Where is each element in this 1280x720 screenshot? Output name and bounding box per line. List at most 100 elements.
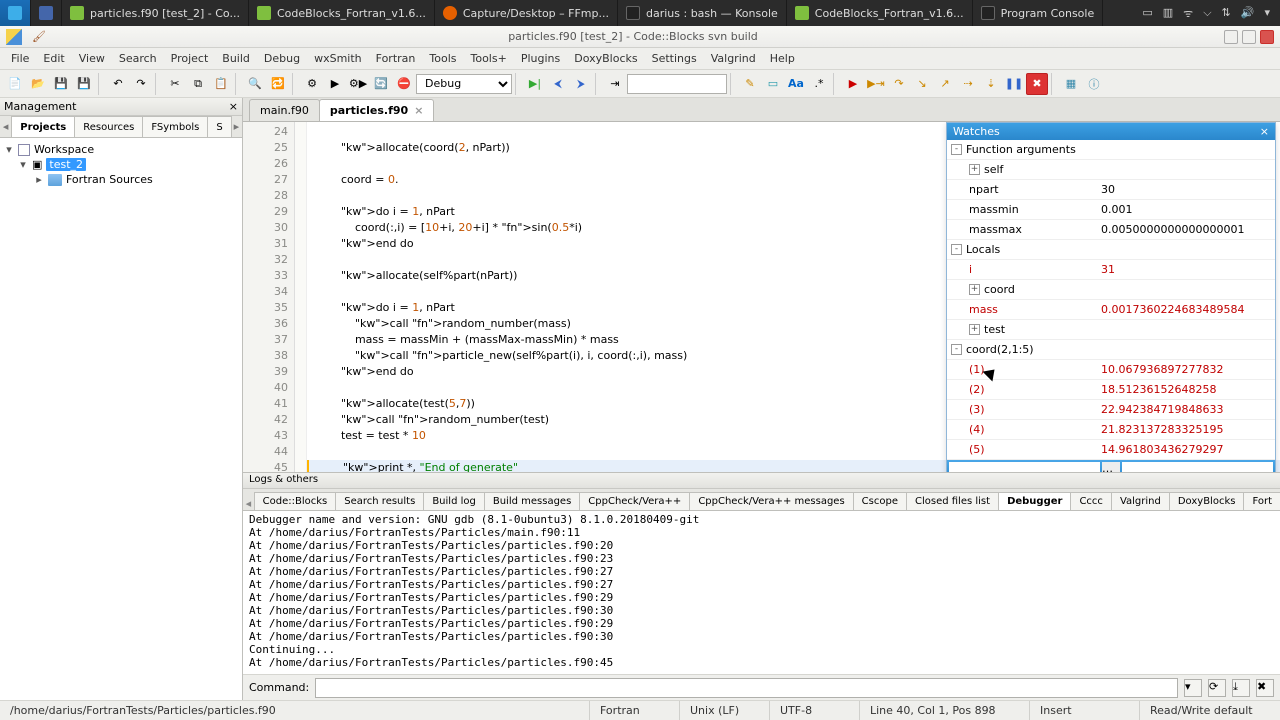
watch-row[interactable]: +coord	[947, 280, 1275, 300]
logtab-scroll-left[interactable]: ◂	[243, 497, 254, 510]
network-icon[interactable]: ⇅	[1222, 6, 1231, 21]
menu-wxsmith[interactable]: wxSmith	[307, 49, 369, 68]
regex-button[interactable]: .*	[808, 73, 830, 95]
log-tab[interactable]: Cscope	[853, 492, 907, 510]
menu-valgrind[interactable]: Valgrind	[704, 49, 763, 68]
selection-button[interactable]: ▭	[762, 73, 784, 95]
tray-icon[interactable]: ▭	[1142, 6, 1152, 21]
undo-button[interactable]: ↶	[107, 73, 129, 95]
paste-button[interactable]: 📋	[210, 73, 232, 95]
menu-edit[interactable]: Edit	[36, 49, 71, 68]
tree-expander[interactable]: +	[969, 324, 980, 335]
watches-window[interactable]: Watches× -Function arguments+selfnpart30…	[946, 122, 1276, 472]
jump-back-button[interactable]: ⮜	[547, 73, 569, 95]
code-editor[interactable]: 2425262728293031323334353637383940414243…	[243, 122, 1280, 472]
log-tab[interactable]: Fort	[1243, 492, 1280, 510]
menu-tools[interactable]: Tools	[422, 49, 463, 68]
jump-fwd-button[interactable]: ⮞	[570, 73, 592, 95]
menu-fortran[interactable]: Fortran	[369, 49, 423, 68]
watch-row[interactable]: massmin0.001	[947, 200, 1275, 220]
watch-row[interactable]: -Locals	[947, 240, 1275, 260]
tree-expander[interactable]: +	[969, 164, 980, 175]
taskbar-app-launcher[interactable]	[0, 0, 31, 26]
log-tab[interactable]: Closed files list	[906, 492, 999, 510]
step-over-button[interactable]: ↷	[888, 73, 910, 95]
watch-row[interactable]: +test	[947, 320, 1275, 340]
tree-expander[interactable]: -	[951, 344, 962, 355]
cmd-btn-1[interactable]: ⟳	[1208, 679, 1226, 697]
highlight-button[interactable]: ✎	[739, 73, 761, 95]
tree-expander[interactable]: +	[969, 284, 980, 295]
tree-expander[interactable]: ▾	[4, 143, 14, 156]
log-tab[interactable]: Build messages	[484, 492, 580, 510]
rebuild-button[interactable]: 🔄	[370, 73, 392, 95]
close-button[interactable]	[1260, 30, 1274, 44]
debugger-output[interactable]: Debugger name and version: GNU gdb (8.1-…	[243, 511, 1280, 674]
watches-close-icon[interactable]: ×	[1260, 125, 1269, 138]
taskbar-item[interactable]: Program Console	[973, 0, 1104, 26]
tree-workspace[interactable]: Workspace	[34, 143, 94, 156]
next-instr-button[interactable]: ⇢	[957, 73, 979, 95]
debugger-command-input[interactable]	[315, 678, 1178, 698]
save-all-button[interactable]: 💾	[73, 73, 95, 95]
match-case-button[interactable]: Aa	[785, 73, 807, 95]
debug-continue-button[interactable]: ▶	[842, 73, 864, 95]
menu-doxyblocks[interactable]: DoxyBlocks	[567, 49, 644, 68]
editor-tab[interactable]: main.f90	[249, 99, 320, 121]
cmd-btn-3[interactable]: ✖	[1256, 679, 1274, 697]
battery-icon[interactable]: ▥	[1163, 6, 1173, 21]
menu-view[interactable]: View	[72, 49, 112, 68]
tab-scroll-left[interactable]: ◂	[0, 116, 11, 137]
menu-search[interactable]: Search	[112, 49, 164, 68]
maximize-button[interactable]	[1242, 30, 1256, 44]
watch-row[interactable]: -coord(2,1:5)	[947, 340, 1275, 360]
log-tab[interactable]: Valgrind	[1111, 492, 1170, 510]
log-tab[interactable]: DoxyBlocks	[1169, 492, 1245, 510]
watches-new-row[interactable]: …	[947, 460, 1275, 472]
project-tree[interactable]: ▾Workspace ▾▣test_2 ▸Fortran Sources	[0, 138, 242, 700]
watch-row[interactable]: (4)21.823137283325195	[947, 420, 1275, 440]
taskbar-item[interactable]: darius : bash — Konsole	[618, 0, 787, 26]
menu-project[interactable]: Project	[164, 49, 216, 68]
tree-folder[interactable]: Fortran Sources	[66, 173, 153, 186]
log-tab[interactable]: Build log	[423, 492, 485, 510]
minimize-button[interactable]	[1224, 30, 1238, 44]
volume-icon[interactable]: 🔊	[1241, 6, 1255, 21]
info-button[interactable]: ⓘ	[1083, 73, 1105, 95]
watch-row[interactable]: massmax0.0050000000000000001	[947, 220, 1275, 240]
menu-plugins[interactable]: Plugins	[514, 49, 567, 68]
run-button[interactable]: ▶	[324, 73, 346, 95]
stop-debug-button[interactable]: ✖	[1026, 73, 1048, 95]
menu-debug[interactable]: Debug	[257, 49, 307, 68]
watch-row[interactable]: (1)10.067936897277832	[947, 360, 1275, 380]
debug-windows-button[interactable]: ▦	[1060, 73, 1082, 95]
editor-tab[interactable]: particles.f90×	[319, 99, 435, 121]
tool-icon[interactable]: 🖌	[32, 30, 46, 43]
run-to-cursor-dbg-button[interactable]: ▶⇥	[865, 73, 887, 95]
cmd-btn-2[interactable]: ⤓	[1232, 679, 1250, 697]
build-target-select[interactable]: Debug	[416, 74, 512, 94]
tree-expander[interactable]: ▾	[18, 158, 28, 171]
tree-expander[interactable]: -	[951, 144, 962, 155]
watch-row[interactable]: i31	[947, 260, 1275, 280]
watch-row[interactable]: (2)18.51236152648258	[947, 380, 1275, 400]
build-button[interactable]: ⚙	[301, 73, 323, 95]
menu-build[interactable]: Build	[215, 49, 257, 68]
taskbar-item[interactable]: Capture/Desktop – FFmp...	[435, 0, 618, 26]
tree-expander[interactable]: -	[951, 244, 962, 255]
replace-button[interactable]: 🔁	[267, 73, 289, 95]
log-tab[interactable]: Code::Blocks	[254, 492, 337, 510]
tree-expander[interactable]: ▸	[34, 173, 44, 186]
log-tab[interactable]: CppCheck/Vera++ messages	[689, 492, 853, 510]
watch-row[interactable]: -Function arguments	[947, 140, 1275, 160]
copy-button[interactable]: ⧉	[187, 73, 209, 95]
save-button[interactable]: 💾	[50, 73, 72, 95]
taskbar-vdesk[interactable]	[31, 0, 62, 26]
wifi-icon[interactable]: ᯤ	[1183, 6, 1193, 21]
tree-project[interactable]: test_2	[46, 158, 86, 171]
mgmt-tab-s[interactable]: S	[207, 116, 231, 137]
goto-input[interactable]	[627, 74, 727, 94]
log-tab[interactable]: Search results	[335, 492, 424, 510]
taskbar-item[interactable]: CodeBlocks_Fortran_v1.6...	[787, 0, 973, 26]
menu-help[interactable]: Help	[763, 49, 802, 68]
